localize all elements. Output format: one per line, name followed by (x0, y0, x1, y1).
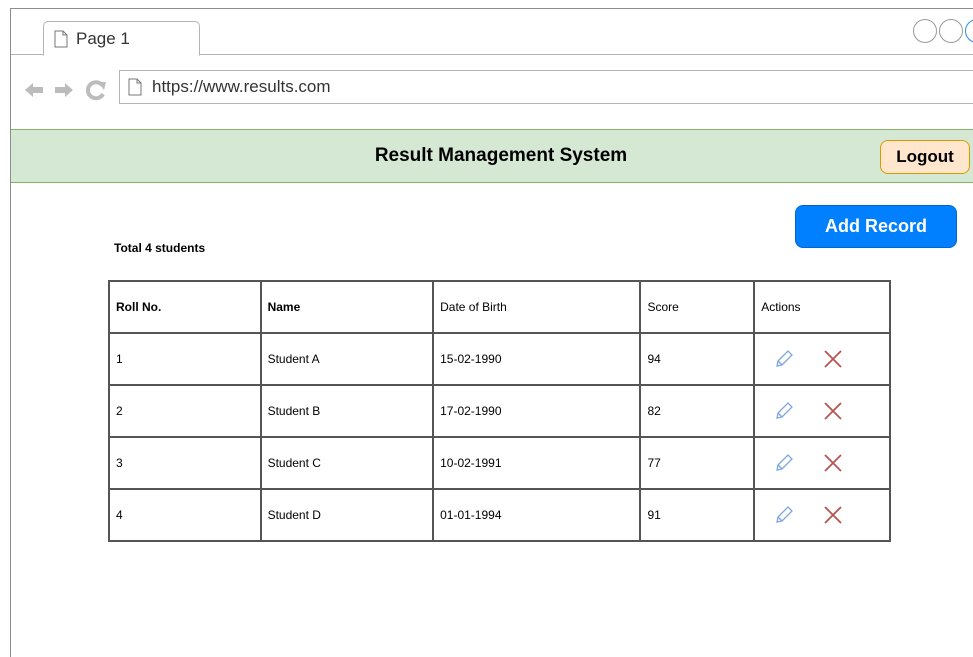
tab-title: Page 1 (76, 28, 130, 48)
minimize-button[interactable] (913, 19, 937, 43)
pencil-icon[interactable] (773, 348, 795, 370)
cell-dob: 10-02-1991 (432, 436, 642, 490)
cell-dob: 17-02-1990 (432, 384, 642, 438)
cell-actions (753, 332, 891, 386)
logout-button[interactable]: Logout (880, 140, 970, 174)
maximize-button[interactable] (939, 19, 963, 43)
close-icon[interactable] (822, 348, 844, 370)
total-students-label: Total 4 students (114, 241, 206, 255)
pencil-icon[interactable] (773, 400, 795, 422)
url-field[interactable]: https://www.results.com (119, 70, 973, 104)
cell-actions (753, 384, 891, 438)
cell-score: 91 (639, 488, 756, 542)
results-table: Roll No. Name Date of Birth Score Action… (108, 280, 891, 542)
cell-dob: 01-01-1994 (432, 488, 642, 542)
column-header-roll: Roll No. (108, 280, 262, 334)
page-title: Result Management System (374, 145, 628, 166)
browser-window: Page 1 https://www.results.com Result Ma (10, 8, 973, 657)
browser-tab[interactable]: Page 1 (43, 21, 200, 56)
column-header-dob: Date of Birth (432, 280, 642, 334)
page-icon (54, 30, 68, 47)
cell-name: Student B (259, 384, 435, 438)
cell-name: Student C (259, 436, 435, 490)
pencil-icon[interactable] (773, 504, 795, 526)
table-row: 4 Student D 01-01-1994 91 (108, 488, 891, 542)
cell-actions (753, 436, 891, 490)
address-bar: https://www.results.com (11, 67, 973, 115)
add-record-button[interactable]: Add Record (795, 205, 957, 248)
page-icon (128, 78, 142, 96)
cell-roll: 4 (108, 488, 262, 542)
close-icon[interactable] (822, 452, 844, 474)
cell-roll: 1 (108, 332, 262, 386)
cell-name: Student D (259, 488, 435, 542)
close-icon[interactable] (822, 400, 844, 422)
cell-roll: 2 (108, 384, 262, 438)
reload-icon[interactable] (85, 79, 107, 101)
column-header-actions: Actions (753, 280, 891, 334)
url-text: https://www.results.com (152, 77, 331, 96)
column-header-score: Score (639, 280, 756, 334)
table-header-row: Roll No. Name Date of Birth Score Action… (108, 280, 891, 334)
cell-score: 94 (639, 332, 756, 386)
window-controls (913, 19, 973, 43)
close-window-button[interactable] (965, 19, 973, 43)
table-row: 3 Student C 10-02-1991 77 (108, 436, 891, 490)
table-body: 1 Student A 15-02-1990 94 2 Student B 17-02-19… (108, 332, 891, 542)
table-row: 2 Student B 17-02-1990 82 (108, 384, 891, 438)
back-arrow-icon[interactable] (23, 79, 45, 101)
close-icon[interactable] (822, 504, 844, 526)
table-row: 1 Student A 15-02-1990 94 (108, 332, 891, 386)
cell-score: 77 (639, 436, 756, 490)
column-header-name: Name (259, 280, 435, 334)
cell-name: Student A (259, 332, 435, 386)
cell-roll: 3 (108, 436, 262, 490)
app-header: Result Management System Logout (11, 129, 973, 183)
pencil-icon[interactable] (773, 452, 795, 474)
cell-actions (753, 488, 891, 542)
cell-score: 82 (639, 384, 756, 438)
tab-bar: Page 1 (11, 9, 973, 56)
forward-arrow-icon[interactable] (53, 79, 75, 101)
cell-dob: 15-02-1990 (432, 332, 642, 386)
